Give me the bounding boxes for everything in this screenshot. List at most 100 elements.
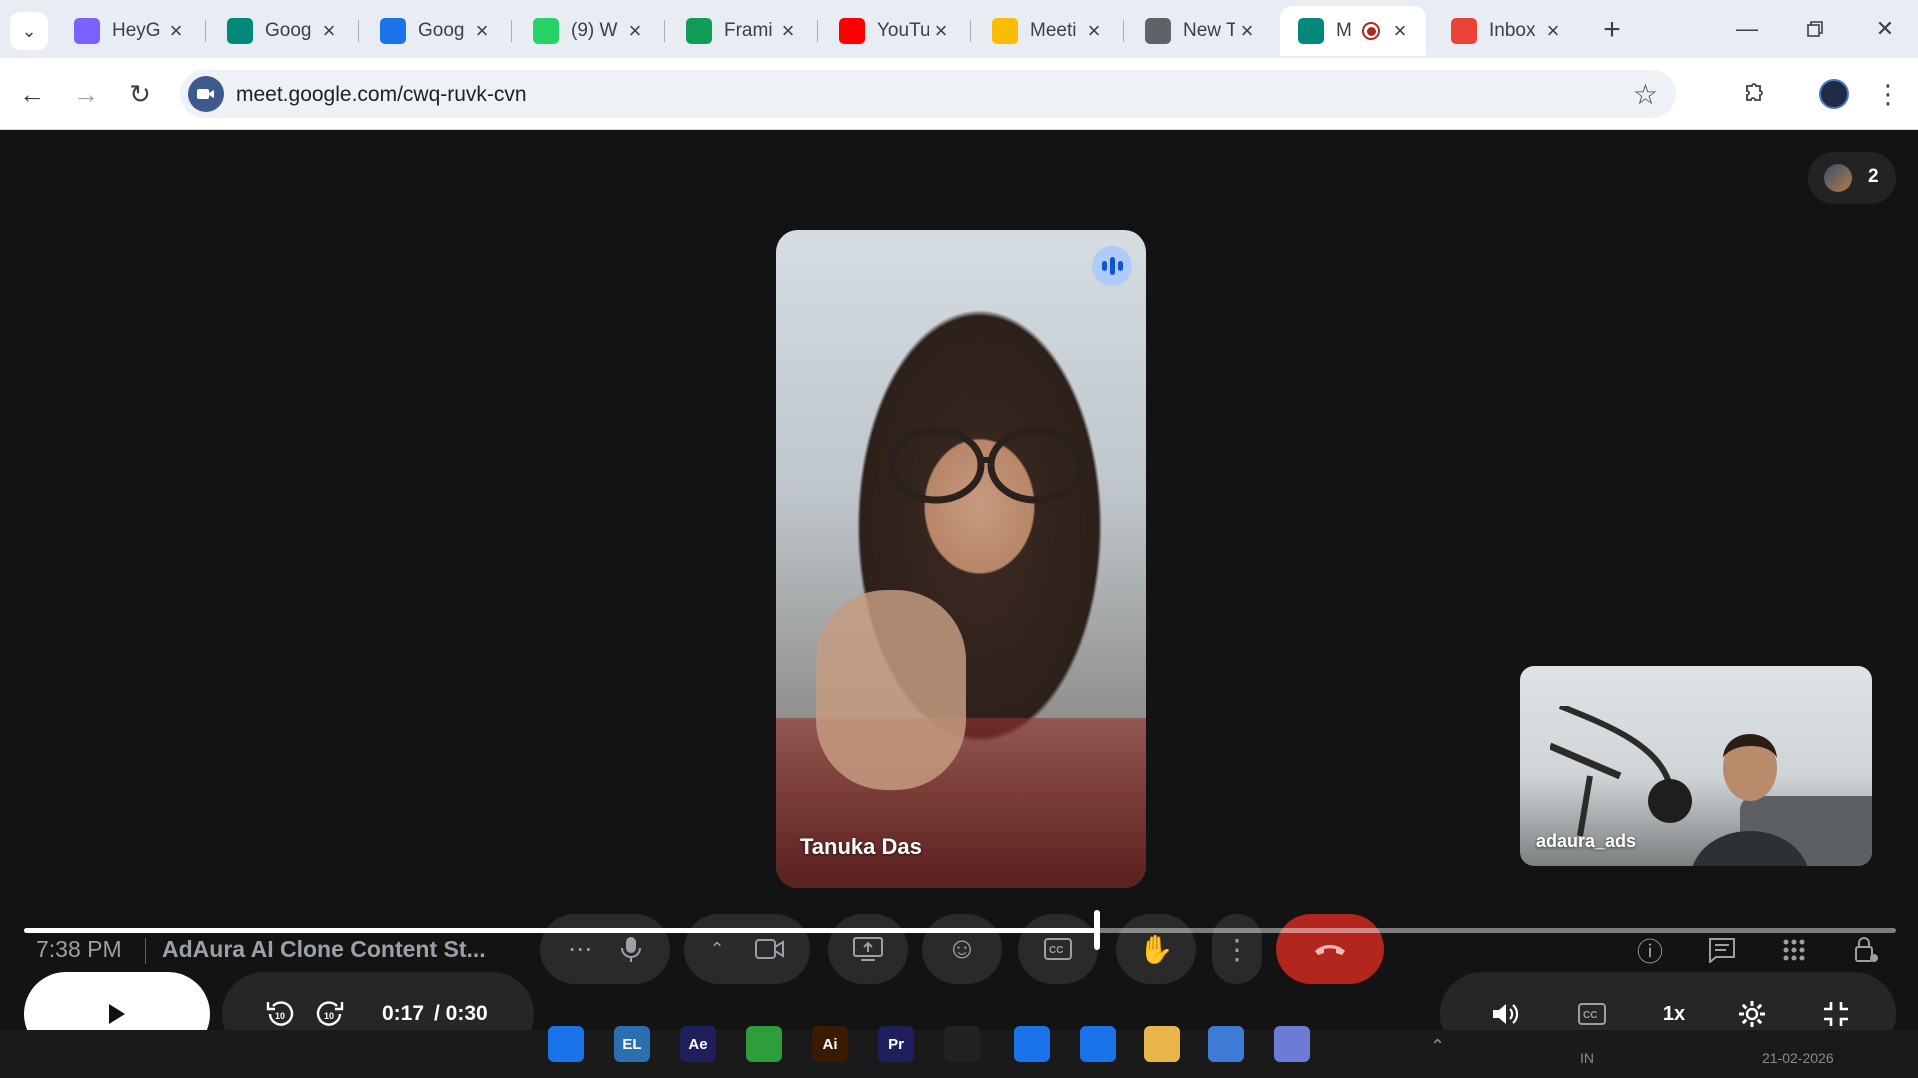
forward-button[interactable]: → — [66, 74, 106, 114]
tab-strip: ⌄ HeyG × Goog × Goog × (9) W × Frami × YouTu × Meeti… — [0, 0, 1918, 58]
chrome-icon[interactable] — [548, 1026, 584, 1062]
participant-tile-main[interactable]: Tanuka Das — [776, 230, 1146, 888]
video-person — [1692, 734, 1808, 866]
tab[interactable]: Meeti × — [974, 6, 1120, 56]
minimize-icon: — — [1736, 16, 1758, 41]
participant-tile-self[interactable]: adaura_ads — [1520, 666, 1872, 866]
notepad-icon[interactable] — [1208, 1026, 1244, 1062]
tab[interactable]: Goog × — [209, 6, 355, 56]
close-tab-icon[interactable]: × — [1082, 18, 1106, 44]
raise-hand-button[interactable]: ✋ — [1116, 914, 1196, 984]
tab[interactable]: (9) W × — [515, 6, 661, 56]
rewind-10-icon: 10 — [266, 1001, 294, 1026]
bookmark-star-icon[interactable]: ☆ — [1633, 78, 1658, 111]
seek-bar-handle[interactable] — [1094, 910, 1100, 950]
more-options-button[interactable]: ⋮ — [1212, 914, 1262, 984]
pen-icon[interactable] — [746, 1026, 782, 1062]
host-controls-button[interactable] — [1846, 930, 1886, 970]
chrome-icon[interactable] — [1014, 1026, 1050, 1062]
tab[interactable]: HeyG × — [56, 6, 202, 56]
restore-button[interactable] — [1790, 10, 1840, 48]
chevron-up-icon: ⌃ — [709, 938, 725, 959]
close-tab-icon[interactable]: × — [1235, 18, 1259, 44]
system-date[interactable]: 21-02-2026 — [1762, 1050, 1834, 1066]
meeting-details-button[interactable]: ⓘ — [1630, 930, 1670, 970]
meeting-title: AdAura AI Clone Content St... — [162, 936, 486, 962]
profile-avatar[interactable] — [1814, 74, 1854, 114]
tab[interactable]: New T × — [1127, 6, 1273, 56]
camera-button[interactable]: ⌃ — [684, 914, 810, 984]
forward-10-icon: 10 — [316, 1001, 344, 1026]
tab-separator — [664, 20, 665, 42]
tab[interactable]: Goog × — [362, 6, 508, 56]
keyboard-language[interactable]: IN — [1580, 1050, 1594, 1066]
tab[interactable]: M × — [1280, 6, 1426, 56]
tab-label: M — [1336, 20, 1352, 41]
gear-icon — [1739, 1001, 1765, 1027]
video-hand — [816, 590, 966, 790]
present-screen-button[interactable] — [828, 914, 908, 984]
close-tab-icon[interactable]: × — [164, 18, 188, 44]
close-tab-icon[interactable]: × — [470, 18, 494, 44]
chrome-icon[interactable] — [1080, 1026, 1116, 1062]
snipping-tool-icon[interactable] — [1274, 1026, 1310, 1062]
tab-separator — [205, 20, 206, 42]
browser-menu-button[interactable]: ⋮ — [1868, 74, 1908, 114]
illustrator-icon[interactable]: Ai — [812, 1026, 848, 1062]
activities-button[interactable] — [1774, 930, 1814, 970]
close-window-button[interactable]: ✕ — [1860, 10, 1910, 48]
reload-button[interactable]: ↻ — [120, 74, 160, 114]
tab-separator — [511, 20, 512, 42]
close-tab-icon[interactable]: × — [1541, 18, 1565, 44]
phone-hangup-icon — [1315, 945, 1345, 955]
audio-settings-button[interactable]: ⋯ — [540, 914, 670, 984]
site-info-button[interactable] — [188, 76, 224, 112]
volume-icon — [1493, 1004, 1519, 1024]
meeting-clock: 7:38 PM — [36, 936, 122, 962]
address-bar[interactable]: meet.google.com/cwq-ruvk-cvn ☆ — [180, 70, 1676, 118]
google-drive-icon — [992, 18, 1018, 44]
premiere-icon[interactable]: Pr — [878, 1026, 914, 1062]
tab-label: (9) W — [571, 20, 618, 41]
elevenlabs-icon[interactable]: EL — [614, 1026, 650, 1062]
tab[interactable]: Frami × — [668, 6, 814, 56]
captions-button[interactable]: CC — [1018, 914, 1098, 984]
info-icon: ⓘ — [1636, 936, 1663, 967]
minimize-button[interactable]: — — [1722, 10, 1772, 48]
tab-separator — [358, 20, 359, 42]
captions-icon: CC — [1044, 938, 1072, 960]
chat-button[interactable] — [1702, 930, 1742, 970]
after-effects-icon[interactable]: Ae — [680, 1026, 716, 1062]
back-button[interactable]: ← — [12, 74, 52, 114]
tab[interactable]: YouTu × — [821, 6, 967, 56]
close-tab-icon[interactable]: × — [623, 18, 647, 44]
leave-call-button[interactable] — [1276, 914, 1384, 984]
capcut-icon[interactable] — [944, 1026, 980, 1062]
video-camera-icon — [197, 89, 214, 99]
participants-button[interactable]: 2 — [1808, 152, 1896, 204]
tab-label: Meeti — [1030, 20, 1077, 41]
svg-text:10: 10 — [275, 1011, 285, 1021]
participant-name: adaura_ads — [1536, 831, 1637, 851]
emoji-reaction-button[interactable]: ☺ — [922, 914, 1002, 984]
chrome-icon — [1145, 18, 1171, 44]
new-tab-button[interactable]: + — [1594, 12, 1630, 48]
extensions-button[interactable] — [1734, 74, 1774, 114]
chevron-up-icon[interactable]: ⌃ — [1430, 1036, 1445, 1057]
close-tab-icon[interactable]: × — [929, 18, 953, 44]
file-explorer-icon[interactable] — [1144, 1026, 1180, 1062]
reload-icon: ↻ — [129, 78, 151, 109]
participant-avatar-icon — [1824, 164, 1852, 192]
video-camera-icon — [754, 939, 784, 959]
gmail-icon — [1451, 18, 1477, 44]
close-tab-icon[interactable]: × — [317, 18, 341, 44]
tab-separator — [817, 20, 818, 42]
tab[interactable]: Inbox × — [1433, 6, 1579, 56]
present-screen-icon — [853, 937, 883, 961]
participant-count: 2 — [1868, 166, 1879, 187]
tab-label: YouTu — [877, 20, 929, 41]
close-tab-icon[interactable]: × — [776, 18, 800, 44]
seek-bar-progress — [24, 928, 1097, 933]
close-tab-icon[interactable]: × — [1388, 18, 1412, 44]
tab-search-button[interactable]: ⌄ — [10, 12, 48, 50]
